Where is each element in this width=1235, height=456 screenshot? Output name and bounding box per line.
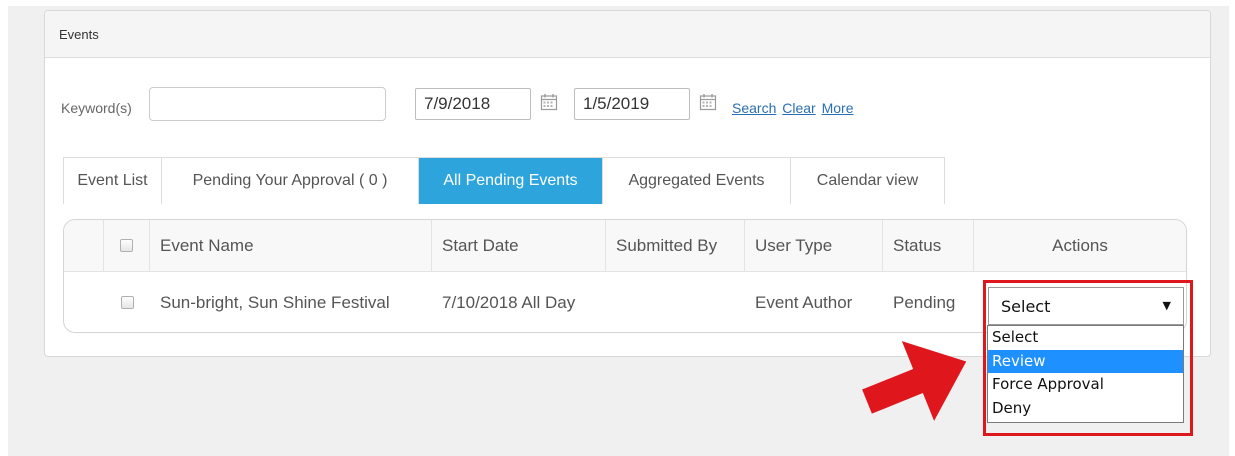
calendar-icon[interactable] <box>540 93 558 111</box>
actions-select[interactable]: Select ▼ <box>988 287 1184 325</box>
clear-link[interactable]: Clear <box>782 100 815 116</box>
actions-dropdown-list: Select Review Force Approval Deny <box>987 325 1184 423</box>
start-date-input[interactable]: 7/9/2018 <box>415 88 531 120</box>
tab-event-list[interactable]: Event List <box>64 158 162 204</box>
user-type-cell: Event Author <box>755 292 853 312</box>
table-header: Event Name Start Date Submitted By User … <box>64 220 1186 272</box>
status-cell: Pending <box>893 292 956 312</box>
header-select-all <box>104 220 150 271</box>
row-blank <box>64 272 104 332</box>
tab-aggregated-events[interactable]: Aggregated Events <box>603 158 791 204</box>
red-arrow-icon <box>862 341 967 421</box>
event-name-cell: Sun-bright, Sun Shine Festival <box>160 292 390 312</box>
header-event-name[interactable]: Event Name <box>150 220 432 271</box>
option-deny[interactable]: Deny <box>988 397 1183 421</box>
filter-links: Search Clear More <box>732 100 856 116</box>
filter-bar: Keyword(s) 7/9/2018 1/5/2019 Search Clea… <box>61 87 1210 125</box>
search-link[interactable]: Search <box>732 100 776 116</box>
row-checkbox-cell <box>104 272 150 332</box>
tab-pending-your-approval[interactable]: Pending Your Approval ( 0 ) <box>162 158 419 204</box>
header-user-type[interactable]: User Type <box>745 220 883 271</box>
option-review[interactable]: Review <box>988 349 1183 373</box>
end-date-input[interactable]: 1/5/2019 <box>574 88 690 120</box>
header-actions: Actions <box>1052 235 1108 255</box>
header-start-date[interactable]: Start Date <box>432 220 606 271</box>
calendar-icon[interactable] <box>699 93 717 111</box>
keyword-label: Keyword(s) <box>61 100 132 116</box>
row-checkbox[interactable] <box>120 296 134 309</box>
more-link[interactable]: More <box>822 100 854 116</box>
select-all-checkbox[interactable] <box>120 239 133 252</box>
event-tabs: Event List Pending Your Approval ( 0 ) A… <box>63 157 945 204</box>
header-status[interactable]: Status <box>883 220 974 271</box>
actions-select-value: Select <box>1001 297 1051 316</box>
submitted-by-cell <box>606 272 745 332</box>
option-force-approval[interactable]: Force Approval <box>988 373 1183 397</box>
header-submitted-by[interactable]: Submitted By <box>606 220 745 271</box>
header-blank <box>64 220 104 271</box>
keyword-input[interactable] <box>149 87 386 121</box>
panel-title: Events <box>45 11 1210 58</box>
start-date-cell: 7/10/2018 All Day <box>442 292 576 312</box>
tab-calendar-view[interactable]: Calendar view <box>791 158 944 204</box>
option-select[interactable]: Select <box>988 326 1183 350</box>
tab-all-pending-events[interactable]: All Pending Events <box>419 158 603 204</box>
caret-down-icon: ▼ <box>1162 299 1171 312</box>
